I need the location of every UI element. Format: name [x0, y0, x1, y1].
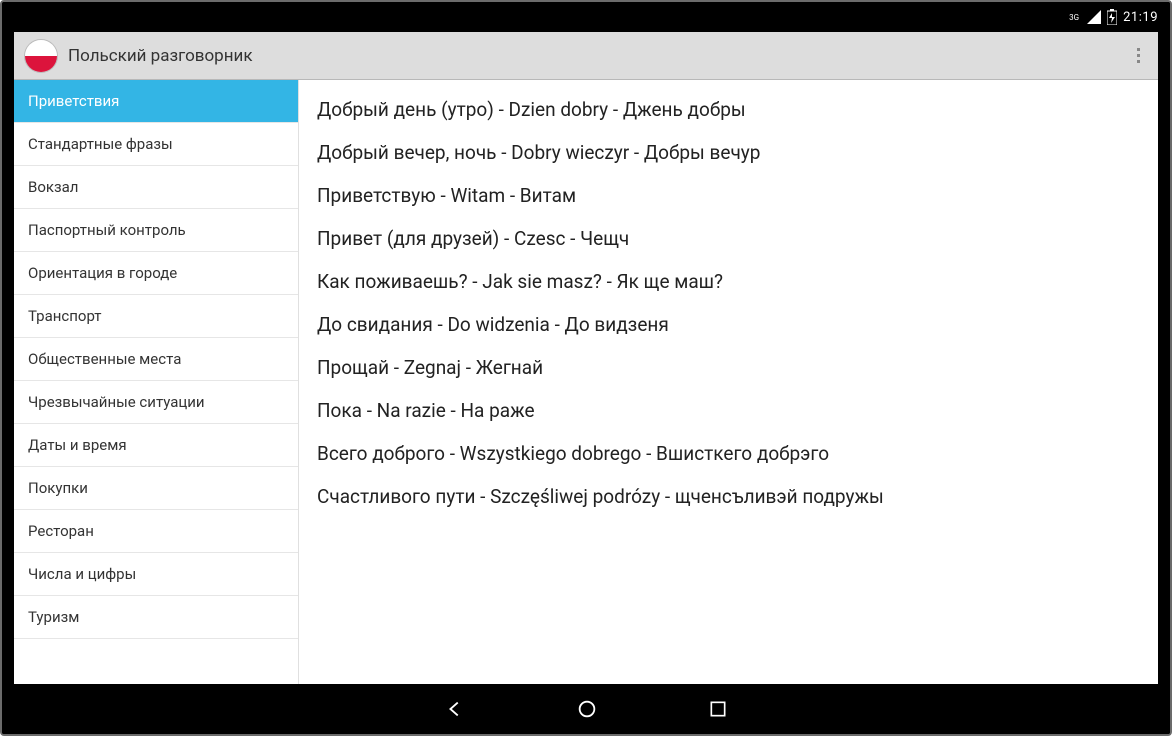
phrase-row[interactable]: Прощай - Zegnaj - Жегнай — [299, 346, 1158, 389]
phrase-row[interactable]: Привет (для друзей) - Czesc - Чещч — [299, 217, 1158, 260]
phrase-row[interactable]: Добрый день (утро) - Dzien dobry - Джень… — [299, 88, 1158, 131]
sidebar-item[interactable]: Покупки — [14, 467, 298, 510]
flag-icon — [24, 39, 58, 73]
phrase-row[interactable]: До свидания - Do widzenia - До видзеня — [299, 303, 1158, 346]
sidebar[interactable]: ПриветствияСтандартные фразыВокзалПаспор… — [14, 80, 299, 684]
sidebar-item[interactable]: Ресторан — [14, 510, 298, 553]
sidebar-item[interactable]: Паспортный контроль — [14, 209, 298, 252]
phrase-row[interactable]: Добрый вечер, ночь - Dobry wieczyr - Доб… — [299, 131, 1158, 174]
battery-charging-icon — [1107, 9, 1117, 25]
phrase-row[interactable]: Как поживаешь? - Jak sie masz? - Як ще м… — [299, 260, 1158, 303]
app-screen: Польский разговорник ПриветствияСтандарт… — [14, 32, 1158, 684]
recent-apps-button[interactable] — [708, 699, 728, 719]
body-row: ПриветствияСтандартные фразыВокзалПаспор… — [14, 80, 1158, 684]
tablet-frame: 3G 21:19 Польский разговорник Приветстви… — [0, 0, 1172, 736]
action-bar: Польский разговорник — [14, 32, 1158, 80]
sidebar-item[interactable]: Стандартные фразы — [14, 123, 298, 166]
status-bar: 3G 21:19 — [2, 2, 1170, 32]
sidebar-item[interactable]: Приветствия — [14, 80, 298, 123]
overflow-menu-button[interactable] — [1129, 42, 1148, 69]
phrase-row[interactable]: Счастливого пути - Szczęśliwej podrózy -… — [299, 475, 1158, 518]
sidebar-item[interactable]: Чрезвычайные ситуации — [14, 381, 298, 424]
sidebar-item[interactable]: Числа и цифры — [14, 553, 298, 596]
status-clock: 21:19 — [1123, 10, 1158, 25]
sidebar-item[interactable]: Даты и время — [14, 424, 298, 467]
sidebar-item[interactable]: Ориентация в городе — [14, 252, 298, 295]
content-pane[interactable]: Добрый день (утро) - Dzien dobry - Джень… — [299, 80, 1158, 684]
navigation-bar — [2, 684, 1170, 734]
app-title: Польский разговорник — [68, 46, 1129, 66]
back-button[interactable] — [444, 698, 466, 720]
home-button[interactable] — [576, 698, 598, 720]
network-label: 3G — [1069, 13, 1079, 22]
sidebar-item[interactable]: Транспорт — [14, 295, 298, 338]
phrase-row[interactable]: Приветствую - Witam - Витам — [299, 174, 1158, 217]
signal-icon — [1087, 10, 1101, 24]
sidebar-item[interactable]: Вокзал — [14, 166, 298, 209]
phrase-row[interactable]: Пока - Na razie - На раже — [299, 389, 1158, 432]
sidebar-item[interactable]: Туризм — [14, 596, 298, 639]
sidebar-item[interactable]: Общественные места — [14, 338, 298, 381]
phrase-row[interactable]: Всего доброго - Wszystkiego dobrego - Вш… — [299, 432, 1158, 475]
